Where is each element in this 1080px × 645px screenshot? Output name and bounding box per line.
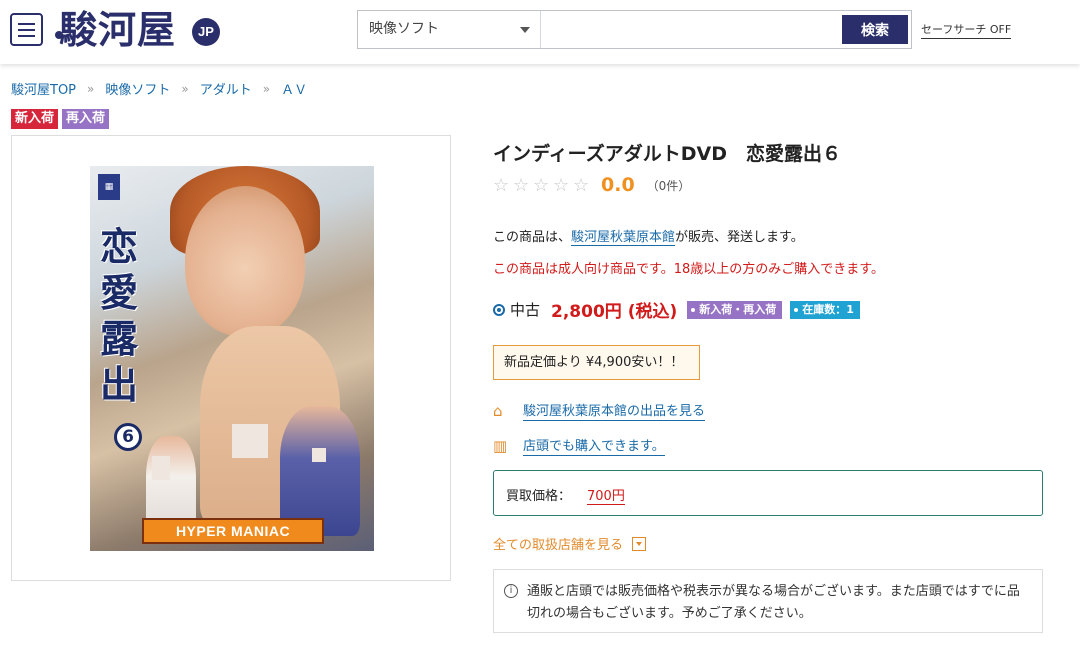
breadcrumb: 駿河屋TOP » 映像ソフト » アダルト » ＡＶ	[11, 79, 307, 99]
rating-stars: ☆ ☆ ☆ ☆ ☆	[493, 176, 592, 195]
product-cover-image[interactable]: ▦ 恋愛露出 6 HYPER MANIAC	[90, 166, 374, 551]
cover-mosaic	[232, 424, 268, 458]
notice-box: i 通販と店頭では販売価格や税表示が異なる場合がございます。また店頭ではすでに品…	[493, 569, 1043, 633]
buyback-box: 買取価格： 700円	[493, 470, 1043, 516]
cover-figure	[185, 186, 305, 336]
search-button[interactable]: 検索	[842, 15, 908, 44]
safe-search-toggle[interactable]: セーフサーチ OFF	[921, 21, 1012, 39]
cover-figure	[280, 406, 360, 536]
tag-stock: 在庫数：1	[790, 300, 860, 319]
logo-text: 駿河屋	[59, 7, 177, 52]
condition-radio[interactable]	[493, 303, 505, 316]
chevron-down-icon	[520, 27, 530, 33]
logo-badge: JP	[192, 18, 220, 46]
price-row: 中古 2,800円 (税込) 新入荷・再入荷 在庫数：1	[493, 297, 860, 322]
store-listing-link[interactable]: 駿河屋秋葉原本館の出品を見る	[523, 400, 706, 421]
store-listing-link-row[interactable]: ⌂ 駿河屋秋葉原本館の出品を見る	[493, 400, 706, 421]
rating-value: 0.0	[601, 174, 635, 196]
menu-line	[18, 35, 35, 37]
seller-link[interactable]: 駿河屋秋葉原本館	[571, 230, 676, 246]
condition-label: 中古	[510, 301, 541, 319]
star-icon: ☆	[513, 174, 530, 196]
star-icon: ☆	[573, 174, 590, 196]
breadcrumb-separator: »	[87, 81, 95, 96]
search-category-select[interactable]: 映像ソフト	[358, 11, 541, 48]
star-icon: ☆	[533, 174, 550, 196]
seller-info: この商品は、駿河屋秋葉原本館が販売、発送します。	[493, 226, 804, 246]
search-input[interactable]	[542, 13, 838, 46]
cover-mosaic	[152, 456, 170, 480]
all-stores-toggle[interactable]: 全ての取扱店舗を見る	[493, 534, 647, 553]
map-icon: ▥	[493, 436, 508, 455]
caret-down-icon[interactable]	[632, 536, 647, 551]
product-title: インディーズアダルトDVD 恋愛露出６	[493, 143, 841, 165]
menu-icon[interactable]	[10, 13, 43, 46]
site-logo[interactable]: 駿河屋 JP	[55, 6, 225, 54]
badge-restock: 再入荷	[62, 109, 110, 129]
cover-maker-logo: ▦	[98, 174, 120, 200]
cover-number: 6	[114, 423, 142, 451]
store-icon: ⌂	[493, 401, 503, 420]
discount-notice: 新品定価より ¥4,900安い！！	[493, 345, 700, 380]
badge-new: 新入荷	[11, 109, 59, 129]
breadcrumb-item-top[interactable]: 駿河屋TOP	[11, 79, 76, 98]
breadcrumb-separator: »	[262, 81, 271, 96]
buyback-label: 買取価格：	[506, 489, 572, 504]
cover-series-label: HYPER MANIAC	[142, 518, 324, 544]
tag-restock: 新入荷・再入荷	[687, 300, 783, 319]
star-icon: ☆	[553, 174, 570, 196]
menu-line	[18, 29, 35, 31]
search-category-label: 映像ソフト	[369, 21, 439, 37]
in-store-link[interactable]: 店頭でも購入できます。	[523, 435, 665, 456]
notice-text: 通販と店頭では販売価格や税表示が異なる場合がございます。また店頭ではすでに品切れ…	[527, 584, 1020, 621]
cover-mosaic	[312, 448, 326, 462]
breadcrumb-separator: »	[181, 81, 189, 96]
product-image-box[interactable]: ▦ 恋愛露出 6 HYPER MANIAC	[11, 135, 451, 581]
breadcrumb-item-av[interactable]: ＡＶ	[281, 79, 307, 98]
info-icon: i	[504, 584, 518, 598]
breadcrumb-item-video[interactable]: 映像ソフト	[105, 79, 170, 98]
all-stores-label: 全ての取扱店舗を見る	[493, 538, 624, 553]
star-icon: ☆	[493, 174, 510, 196]
in-store-link-row[interactable]: ▥ 店頭でも購入できます。	[493, 435, 665, 456]
seller-prefix: この商品は、	[493, 230, 572, 245]
seller-suffix: が販売、発送します。	[675, 230, 804, 245]
rating-count: （0件）	[646, 178, 691, 193]
menu-line	[18, 23, 35, 25]
buyback-price-link[interactable]: 700円	[587, 485, 625, 505]
search-bar: 映像ソフト 検索	[357, 10, 912, 49]
cover-title: 恋愛露出	[100, 224, 139, 407]
product-rating[interactable]: ☆ ☆ ☆ ☆ ☆ 0.0 （0件）	[493, 174, 690, 196]
site-header: 駿河屋 JP 映像ソフト 検索 セーフサーチ OFF	[0, 0, 1080, 64]
breadcrumb-item-adult[interactable]: アダルト	[200, 79, 252, 98]
product-badges: 新入荷 再入荷	[11, 109, 110, 129]
sale-price: 2,800円 (税込)	[551, 302, 678, 322]
adult-notice: この商品は成人向け商品です。18歳以上の方のみご購入できます。	[493, 262, 884, 277]
